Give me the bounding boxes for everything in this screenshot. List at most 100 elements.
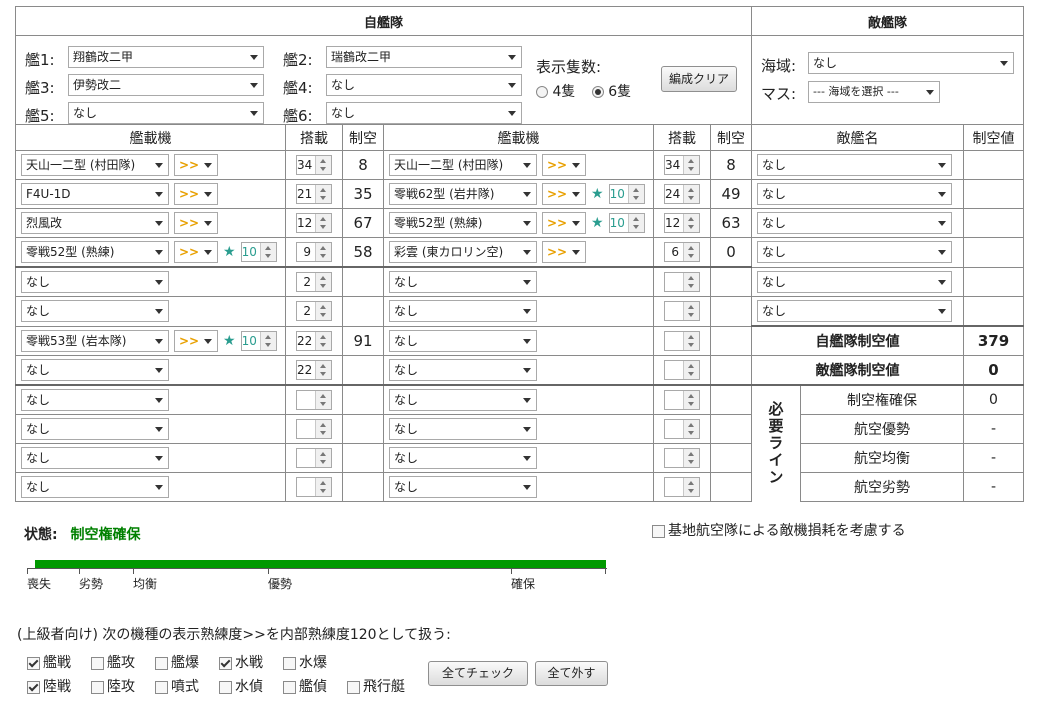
type-checkbox[interactable] <box>155 656 168 670</box>
enemy-ship-select-4[interactable]: なし <box>757 241 952 264</box>
ship-select-6[interactable]: なし <box>326 102 522 124</box>
type-option[interactable]: 艦戦 <box>27 652 71 672</box>
slot-stepper-left-0[interactable]: 34 <box>296 155 332 175</box>
ship-select-2[interactable]: 瑞鶴改二甲 <box>326 46 522 68</box>
slot-stepper-right-4[interactable] <box>664 272 700 292</box>
slot-stepper-right-3[interactable]: 6 <box>664 242 700 262</box>
type-checkbox[interactable] <box>155 680 168 694</box>
slot-stepper-right-6[interactable] <box>664 330 700 351</box>
stepper-buttons[interactable] <box>259 331 276 350</box>
aircraft-select-left-1[interactable]: F4U-1D <box>21 183 169 205</box>
slot-stepper-left-4[interactable]: 2 <box>296 272 332 292</box>
stepper-buttons[interactable] <box>315 390 331 409</box>
proficiency-select[interactable]: >> <box>542 241 586 263</box>
type-option[interactable]: 飛行艇 <box>347 676 405 696</box>
stepper-buttons[interactable] <box>315 477 331 496</box>
type-option[interactable]: 水戦 <box>219 652 263 672</box>
stepper-buttons[interactable] <box>627 185 644 203</box>
slot-stepper-right-7[interactable] <box>664 359 700 380</box>
stepper-buttons[interactable] <box>683 448 699 467</box>
slot-stepper-right-0[interactable]: 34 <box>664 155 700 175</box>
enemy-ship-select-3[interactable]: なし <box>757 212 952 234</box>
proficiency-select[interactable]: >> <box>174 329 218 352</box>
enemy-ship-select-1[interactable]: なし <box>757 154 952 176</box>
slot-stepper-left-5[interactable]: 2 <box>296 301 332 322</box>
enemy-ship-select-5[interactable]: なし <box>757 270 952 293</box>
aircraft-select-left-11[interactable]: なし <box>21 475 169 498</box>
stepper-buttons[interactable] <box>315 214 331 232</box>
type-option[interactable]: 水偵 <box>219 676 263 696</box>
display-4-option[interactable]: 4隻 <box>536 84 575 100</box>
stepper-buttons[interactable] <box>315 273 331 291</box>
stepper-buttons[interactable] <box>259 243 276 261</box>
slot-stepper-left-10[interactable] <box>296 447 332 468</box>
slot-stepper-right-9[interactable] <box>664 418 700 439</box>
stepper-buttons[interactable] <box>683 302 699 321</box>
aircraft-select-right-9[interactable]: なし <box>389 417 537 440</box>
proficiency-select[interactable]: >> <box>542 154 586 176</box>
enemy-ship-select-6[interactable]: なし <box>757 300 952 322</box>
radio-6[interactable] <box>591 86 604 98</box>
aircraft-select-right-6[interactable]: なし <box>389 329 537 352</box>
stepper-buttons[interactable] <box>315 243 331 261</box>
type-option[interactable]: 艦偵 <box>283 676 327 696</box>
type-checkbox[interactable] <box>219 680 232 694</box>
radio-4[interactable] <box>536 86 548 98</box>
type-checkbox[interactable] <box>91 656 104 670</box>
stepper-buttons[interactable] <box>683 185 699 203</box>
type-checkbox[interactable] <box>283 680 296 694</box>
aircraft-select-left-5[interactable]: なし <box>21 300 169 323</box>
improvement-stepper[interactable]: 10 <box>608 213 645 233</box>
slot-stepper-left-8[interactable] <box>296 389 332 410</box>
aircraft-select-right-0[interactable]: 天山一二型 (村田隊) <box>389 154 537 176</box>
slot-stepper-left-7[interactable]: 22 <box>296 359 332 380</box>
proficiency-select[interactable]: >> <box>542 183 586 205</box>
aircraft-select-left-7[interactable]: なし <box>21 358 169 381</box>
aircraft-select-left-10[interactable]: なし <box>21 446 169 469</box>
slot-stepper-right-1[interactable]: 24 <box>664 184 700 204</box>
type-option[interactable]: 水爆 <box>283 652 327 672</box>
stepper-buttons[interactable] <box>683 273 699 291</box>
proficiency-select[interactable]: >> <box>174 212 218 234</box>
aircraft-select-left-3[interactable]: 零戦52型 (熟練) <box>21 241 169 263</box>
stepper-buttons[interactable] <box>315 302 331 321</box>
stepper-buttons[interactable] <box>627 214 644 232</box>
stepper-buttons[interactable] <box>315 419 331 438</box>
land-base-option[interactable]: 基地航空隊による敵機損耗を考慮する <box>652 520 906 540</box>
enemy-ship-select-2[interactable]: なし <box>757 183 952 205</box>
proficiency-select[interactable]: >> <box>542 212 586 234</box>
stepper-buttons[interactable] <box>683 390 699 409</box>
type-checkbox[interactable] <box>219 656 232 670</box>
type-option[interactable]: 陸攻 <box>91 676 135 696</box>
aircraft-select-right-7[interactable]: なし <box>389 358 537 381</box>
aircraft-select-right-1[interactable]: 零戦62型 (岩井隊) <box>389 183 537 205</box>
type-checkbox[interactable] <box>27 680 40 694</box>
type-checkbox[interactable] <box>27 656 40 670</box>
mass-select[interactable]: --- 海域を選択 --- <box>808 81 940 103</box>
type-option[interactable]: 艦攻 <box>91 652 135 672</box>
aircraft-select-left-8[interactable]: なし <box>21 388 169 411</box>
improvement-stepper[interactable]: 10 <box>240 242 277 262</box>
improvement-stepper[interactable]: 10 <box>608 184 645 204</box>
proficiency-select[interactable]: >> <box>174 241 218 263</box>
slot-stepper-right-10[interactable] <box>664 447 700 468</box>
slot-stepper-right-5[interactable] <box>664 301 700 322</box>
ship-select-3[interactable]: 伊勢改二 <box>68 74 264 96</box>
sea-select[interactable]: なし <box>808 52 1014 74</box>
aircraft-select-right-11[interactable]: なし <box>389 475 537 498</box>
type-checkbox[interactable] <box>283 656 296 670</box>
slot-stepper-left-11[interactable] <box>296 476 332 497</box>
type-option[interactable]: 噴式 <box>155 676 199 696</box>
uncheck-all-button[interactable]: 全て外す <box>535 661 608 686</box>
check-all-button[interactable]: 全てチェック <box>428 661 528 686</box>
aircraft-select-left-6[interactable]: 零戦53型 (岩本隊) <box>21 329 169 352</box>
aircraft-select-right-8[interactable]: なし <box>389 388 537 411</box>
type-option[interactable]: 陸戦 <box>27 676 71 696</box>
stepper-buttons[interactable] <box>315 331 331 350</box>
slot-stepper-right-8[interactable] <box>664 389 700 410</box>
aircraft-select-right-4[interactable]: なし <box>389 271 537 293</box>
slot-stepper-right-11[interactable] <box>664 476 700 497</box>
slot-stepper-left-1[interactable]: 21 <box>296 184 332 204</box>
ship-select-5[interactable]: なし <box>68 102 264 124</box>
stepper-buttons[interactable] <box>315 360 331 379</box>
